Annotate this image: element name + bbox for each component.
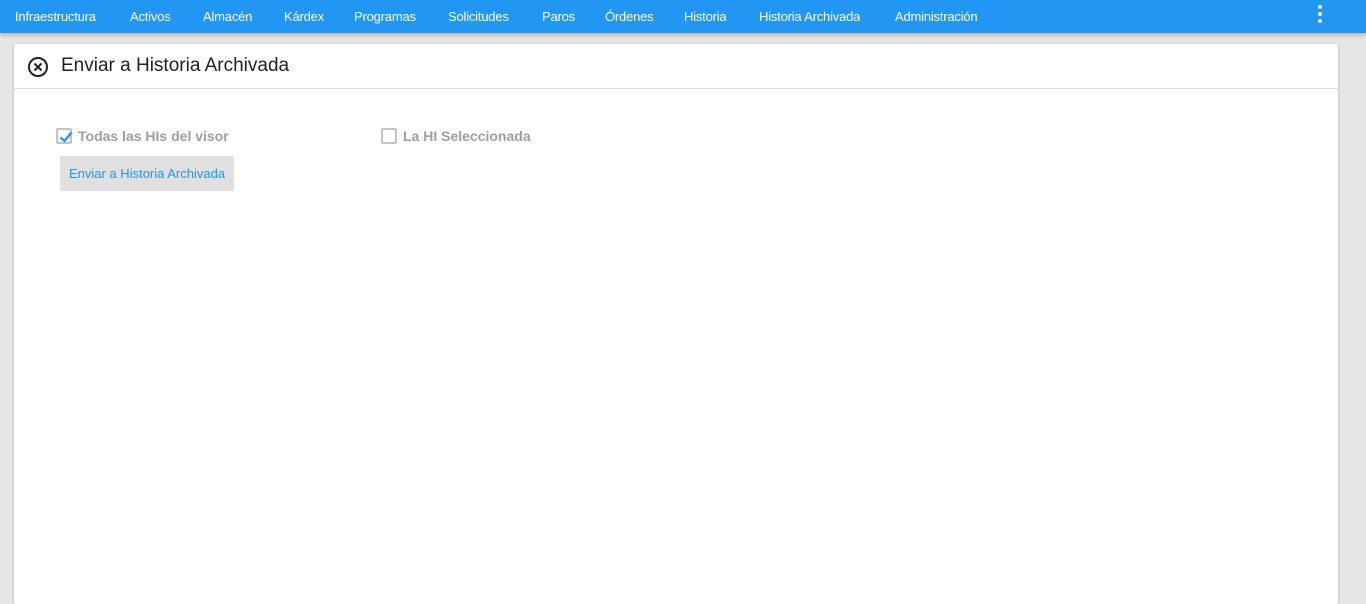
checkbox-selected-hi[interactable] xyxy=(381,128,397,144)
nav-item-administracion[interactable]: Administración xyxy=(895,9,978,24)
option-selected-hi[interactable]: La HI Seleccionada xyxy=(381,128,531,144)
send-to-archive-button[interactable]: Enviar a Historia Archivada xyxy=(60,156,235,191)
nav-item-solicitudes[interactable]: Solicitudes xyxy=(448,9,509,24)
dialog-card: Enviar a Historia Archivada Todas las HI… xyxy=(14,44,1338,604)
nav-item-paros[interactable]: Paros xyxy=(542,9,575,24)
nav-item-kardex[interactable]: Kárdex xyxy=(284,9,324,24)
nav-item-historia[interactable]: Historia xyxy=(684,9,727,24)
option-selected-hi-label: La HI Seleccionada xyxy=(403,128,531,144)
nav-item-programas[interactable]: Programas xyxy=(354,9,416,24)
dialog-header: Enviar a Historia Archivada xyxy=(14,44,1338,89)
nav-item-infraestructura[interactable]: Infraestructura xyxy=(15,9,96,24)
check-icon xyxy=(59,131,73,143)
nav-item-historia-archivada[interactable]: Historia Archivada xyxy=(759,9,860,24)
dialog-title: Enviar a Historia Archivada xyxy=(61,55,290,76)
option-all-his[interactable]: Todas las HIs del visor xyxy=(56,128,229,144)
top-navigation-bar: Infraestructura Activos Almacén Kárdex P… xyxy=(0,0,1366,33)
nav-item-activos[interactable]: Activos xyxy=(130,9,171,24)
checkbox-all-his[interactable] xyxy=(56,128,73,144)
option-all-his-label: Todas las HIs del visor xyxy=(78,128,229,144)
nav-item-almacen[interactable]: Almacén xyxy=(203,9,252,24)
more-vert-icon[interactable] xyxy=(1310,3,1330,25)
close-circle-icon[interactable] xyxy=(27,56,49,78)
nav-item-ordenes[interactable]: Órdenes xyxy=(605,9,654,24)
